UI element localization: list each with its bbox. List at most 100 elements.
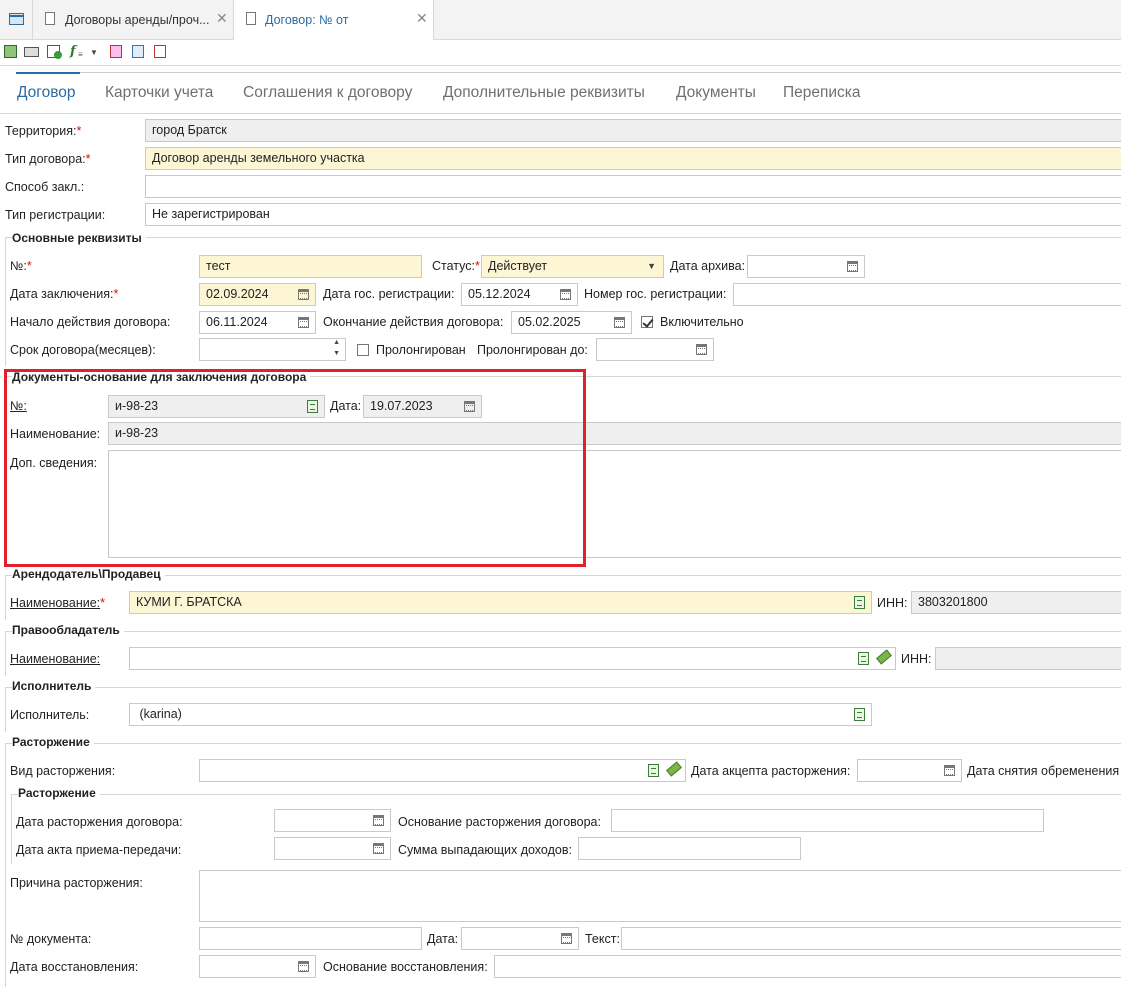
prolonged-checkbox[interactable] [357, 344, 369, 356]
executor-field[interactable]: (karina) [129, 703, 872, 726]
tab-label: Договоры аренды/проч... [65, 13, 210, 27]
tab-contract[interactable]: Договор: № от ✕ [234, 0, 434, 40]
doc-date-field[interactable] [461, 927, 579, 950]
tab-documents[interactable]: Документы [676, 84, 756, 102]
territory-field[interactable]: город Братск [145, 119, 1121, 142]
lessor-inn-field[interactable]: 3803201800 [911, 591, 1121, 614]
calendar-icon[interactable] [298, 317, 309, 328]
end-date-field[interactable]: 05.02.2025 [511, 311, 632, 334]
tab-contracts-list[interactable]: Договоры аренды/проч... ✕ [33, 0, 234, 39]
tab-contract-main[interactable]: Договор [17, 84, 76, 102]
text-field[interactable] [621, 927, 1121, 950]
lookup-book-icon[interactable] [858, 652, 869, 665]
status-label: Статус:* [432, 259, 480, 273]
eraser-icon[interactable] [666, 761, 682, 777]
owner-inn-field[interactable] [935, 647, 1121, 670]
accept-date-field[interactable] [857, 759, 962, 782]
calendar-icon[interactable] [373, 815, 384, 826]
term-basis-field[interactable] [611, 809, 1044, 832]
calendar-icon[interactable] [847, 261, 858, 272]
inclusive-label: Включительно [660, 315, 744, 329]
termination-kind-field[interactable] [199, 759, 686, 782]
reason-textarea[interactable] [199, 870, 1121, 922]
term-basis-label: Основание расторжения договора: [398, 815, 601, 829]
calendar-icon[interactable] [561, 933, 572, 944]
document-icon [45, 12, 55, 25]
tab-extra-details[interactable]: Дополнительные реквизиты [443, 84, 645, 102]
archive-date-field[interactable] [747, 255, 865, 278]
calendar-icon[interactable] [614, 317, 625, 328]
contract-type-label: Тип договора:* [5, 152, 91, 166]
number-label: №:* [10, 259, 32, 273]
reg-type-field[interactable]: Не зарегистрирован [145, 203, 1121, 226]
calendar-icon[interactable] [298, 961, 309, 972]
restore-basis-label: Основание восстановления: [323, 960, 488, 974]
tab-agreements[interactable]: Соглашения к договору [243, 84, 412, 102]
act-date-label: Дата акта приема-передачи: [16, 843, 182, 857]
restore-date-field[interactable] [199, 955, 316, 978]
lookup-book-icon[interactable] [648, 764, 659, 777]
term-label: Срок договора(месяцев): [10, 343, 156, 357]
encumbrance-label: Дата снятия обременения [967, 764, 1120, 778]
lookup-book-icon[interactable] [854, 708, 865, 721]
reason-label: Причина расторжения: [10, 876, 143, 890]
delete-doc-icon[interactable] [110, 45, 122, 58]
inclusive-checkbox[interactable] [641, 316, 653, 328]
owner-name-field[interactable] [129, 647, 896, 670]
prolonged-until-field[interactable] [596, 338, 714, 361]
chevron-down-icon[interactable]: ▼ [90, 45, 98, 61]
home-tab[interactable] [0, 0, 33, 39]
start-date-label: Начало действия договора: [10, 315, 171, 329]
lessor-name-label[interactable]: Наименование:* [10, 595, 105, 611]
method-field[interactable] [145, 175, 1121, 198]
executor-title: Исполнитель [12, 679, 96, 693]
term-date-label: Дата расторжения договора: [16, 815, 183, 829]
prolonged-label: Пролонгирован [376, 343, 466, 357]
calendar-icon[interactable] [696, 344, 707, 355]
copy-doc-icon[interactable] [132, 45, 144, 58]
owner-name-label[interactable]: Наименование: [10, 651, 100, 667]
chevron-down-icon[interactable]: ▼ [333, 349, 340, 359]
text-label: Текст: [585, 932, 620, 946]
close-icon[interactable]: ✕ [416, 10, 428, 26]
state-reg-number-field[interactable] [733, 283, 1121, 306]
state-reg-date-field[interactable]: 05.12.2024 [461, 283, 578, 306]
function-icon[interactable]: f [70, 44, 76, 60]
status-select[interactable]: Действует ▼ [481, 255, 664, 278]
toolbar: f ≡ ▼ [0, 41, 1121, 66]
term-stepper[interactable]: ▲ ▼ [199, 338, 346, 361]
lost-income-field[interactable] [578, 837, 801, 860]
calendar-icon[interactable] [560, 289, 571, 300]
act-date-field[interactable] [274, 837, 391, 860]
chevron-up-icon[interactable]: ▲ [333, 339, 340, 348]
calendar-icon[interactable] [298, 289, 309, 300]
tab-correspondence[interactable]: Переписка [783, 84, 861, 102]
number-field[interactable]: тест [199, 255, 422, 278]
lessor-name-field[interactable]: КУМИ Г. БРАТСКА [129, 591, 872, 614]
save-icon[interactable] [4, 45, 17, 58]
contract-type-field[interactable]: Договор аренды земельного участка [145, 147, 1121, 170]
end-date-label: Окончание действия договора: [323, 315, 504, 329]
lookup-book-icon[interactable] [854, 596, 865, 609]
executor-label: Исполнитель: [10, 708, 90, 722]
lessor-inn-label: ИНН: [877, 596, 908, 610]
doc-number-field[interactable] [199, 927, 422, 950]
export-doc-icon[interactable] [154, 45, 166, 58]
restore-date-label: Дата восстановления: [10, 960, 139, 974]
owner-title: Правообладатель [12, 623, 124, 637]
print-icon[interactable] [24, 47, 39, 57]
calendar-icon[interactable] [373, 843, 384, 854]
calendar-icon[interactable] [944, 765, 955, 776]
archive-date-label: Дата архива: [670, 259, 746, 273]
owner-inn-label: ИНН: [901, 652, 932, 666]
tab-account-cards[interactable]: Карточки учета [105, 84, 213, 102]
eraser-icon[interactable] [876, 649, 892, 665]
territory-label: Территория:* [5, 124, 82, 138]
doc-number-label: № документа: [10, 932, 92, 946]
close-icon[interactable]: ✕ [216, 10, 228, 26]
restore-basis-field[interactable] [494, 955, 1121, 978]
start-date-field[interactable]: 06.11.2024 [199, 311, 316, 334]
conclusion-date-field[interactable]: 02.09.2024 [199, 283, 316, 306]
term-date-field[interactable] [274, 809, 391, 832]
method-label: Способ закл.: [5, 180, 85, 194]
